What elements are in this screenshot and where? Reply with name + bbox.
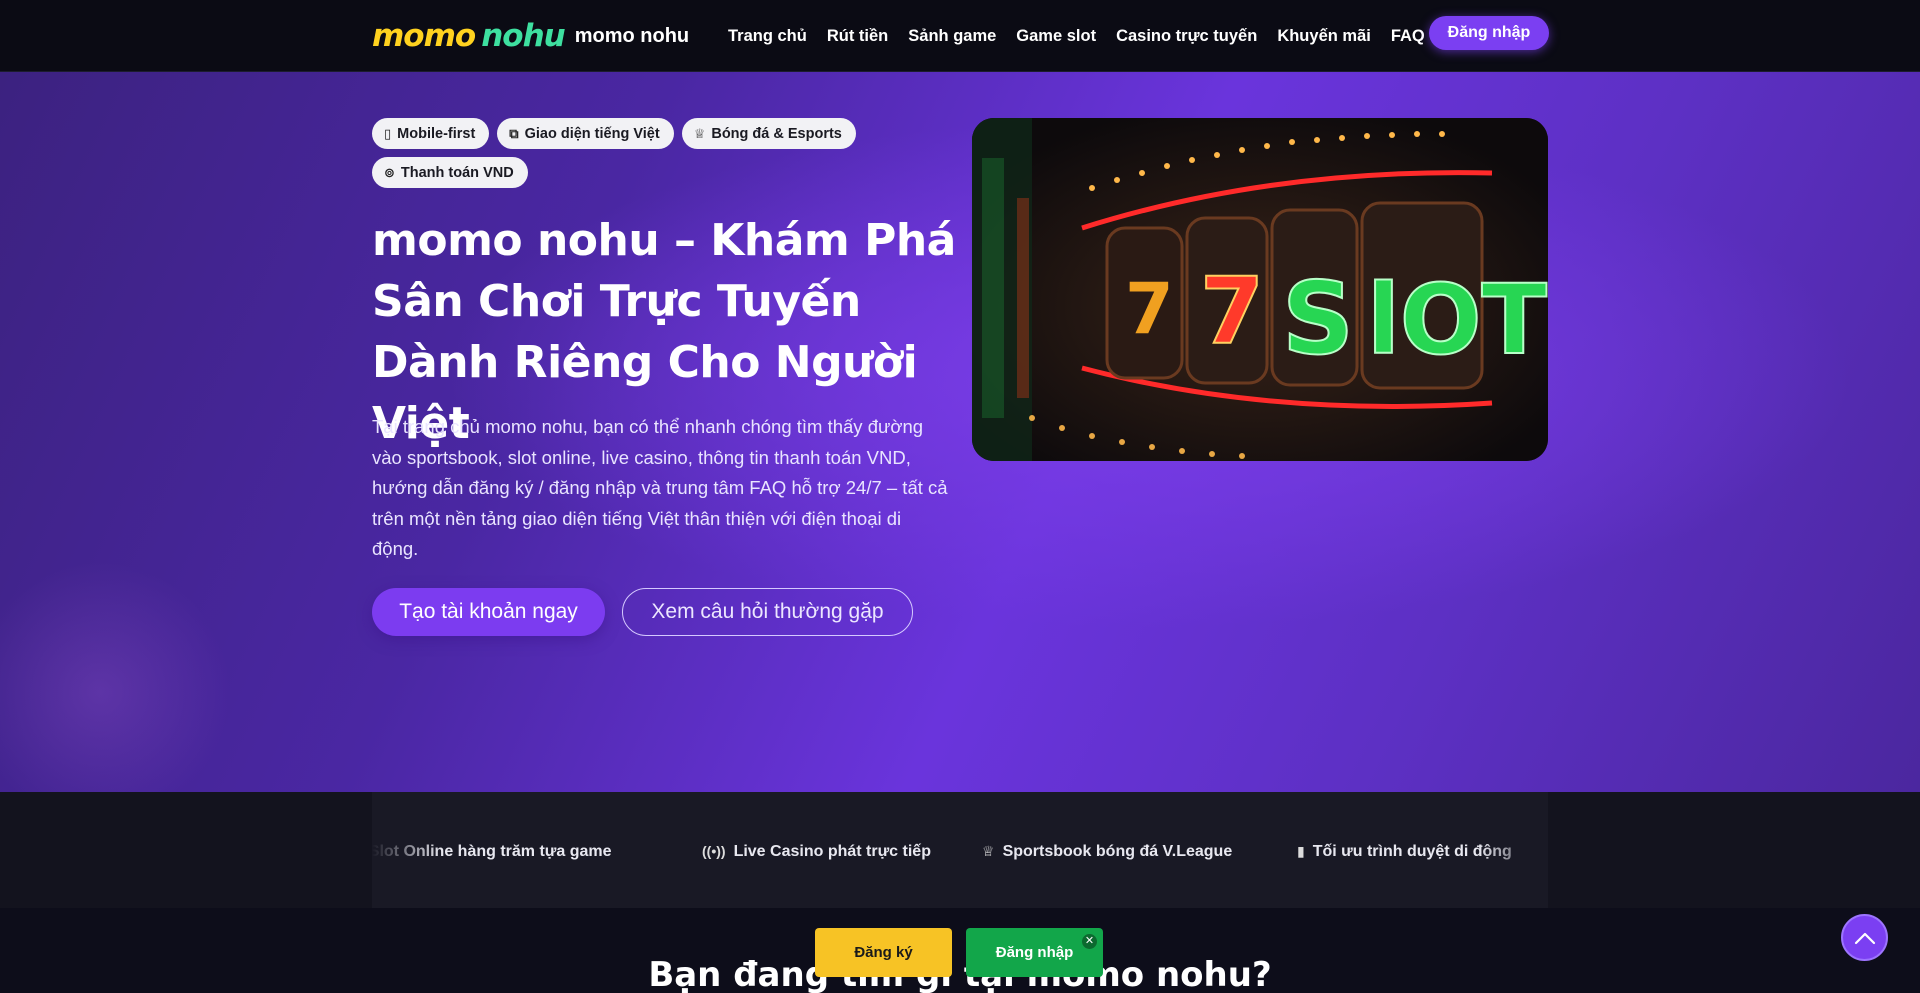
chip-label: Bóng đá & Esports: [711, 125, 842, 142]
chip-mobile-first: ▯ Mobile-first: [372, 118, 490, 149]
feature-ticker: ◆Slot Online hàng trăm tựa game ((•))Liv…: [0, 792, 1920, 908]
nav-faq[interactable]: FAQ: [1391, 24, 1425, 48]
ticker-container: ◆Slot Online hàng trăm tựa game ((•))Liv…: [372, 792, 1548, 908]
site-header: momo nohu momo nohu Trang chủ Rút tiền Sả…: [0, 0, 1920, 72]
ticker-item-sportsbook: ♕ Sportsbook bóng đá V.League: [982, 839, 1232, 863]
sticky-register-button[interactable]: Đăng ký: [815, 928, 952, 977]
nav-promotions[interactable]: Khuyến mãi: [1277, 24, 1371, 48]
slot-machine-image: 7 7 S lOT: [972, 118, 1548, 461]
scroll-to-top-button[interactable]: [1841, 914, 1888, 961]
nav-online-casino[interactable]: Casino trực tuyến: [1116, 24, 1257, 48]
create-account-button[interactable]: Tạo tài khoản ngay: [372, 588, 605, 636]
broadcast-icon: ((•)): [702, 843, 726, 859]
feature-chips: ▯ Mobile-first ⧉ Giao diện tiếng Việt ♕ …: [372, 118, 932, 196]
ticker-track: ◆Slot Online hàng trăm tựa game ((•))Liv…: [372, 839, 1548, 863]
svg-text:7: 7: [1200, 258, 1264, 365]
sticky-cta-bar: Đăng ký Đăng nhập ✕: [815, 928, 1103, 977]
nav-game-lobby[interactable]: Sảnh game: [908, 24, 996, 48]
logo-word-nohu: nohu: [481, 18, 566, 54]
hero-description: Tại trang chủ momo nohu, bạn có thể nhan…: [372, 416, 948, 559]
logo[interactable]: momo nohu momo nohu: [372, 18, 689, 54]
trophy-icon: ♕: [982, 843, 995, 859]
nav-game-slot[interactable]: Game slot: [1016, 24, 1096, 48]
svg-text:lOT: lOT: [1367, 264, 1547, 376]
ticker-item-live-casino: ((•)) Live Casino phát trực tiếp: [702, 839, 931, 863]
chip-vnd-payment: ⊚ Thanh toán VND: [372, 157, 528, 188]
slot-machine-illustration: 7 7 S lOT: [972, 118, 1548, 461]
nav-withdraw[interactable]: Rút tiền: [827, 24, 888, 48]
ticker-label: Live Casino phát trực tiếp: [733, 843, 931, 860]
chip-football-esports: ♕ Bóng đá & Esports: [681, 118, 856, 149]
chip-label: Thanh toán VND: [400, 164, 514, 181]
coins-icon: ⊚: [384, 164, 395, 180]
site-name: momo nohu: [574, 24, 690, 47]
nav-home[interactable]: Trang chủ: [728, 24, 807, 48]
ticker-fade-left: [372, 792, 442, 908]
main-nav: Trang chủ Rút tiền Sảnh game Game slot C…: [728, 24, 1445, 48]
chevron-up-icon: [1854, 932, 1875, 944]
chip-label: Giao diện tiếng Việt: [524, 125, 660, 142]
ticker-label: Sportsbook bóng đá V.League: [1002, 843, 1233, 860]
header-login-button[interactable]: Đăng nhập: [1429, 16, 1549, 50]
mobile-icon: ▯: [384, 125, 392, 141]
chip-label: Mobile-first: [397, 125, 476, 142]
ticker-fade-right: [1478, 792, 1548, 908]
mobile-icon: ▮: [1297, 843, 1305, 859]
svg-text:S: S: [1282, 260, 1354, 377]
view-faq-button[interactable]: Xem câu hỏi thường gặp: [622, 588, 913, 636]
language-icon: ⧉: [509, 125, 519, 141]
logo-word-momo: momo: [372, 18, 476, 54]
close-icon[interactable]: ✕: [1082, 934, 1097, 949]
chip-vietnamese-ui: ⧉ Giao diện tiếng Việt: [497, 118, 674, 149]
svg-text:7: 7: [1125, 268, 1174, 350]
trophy-icon: ♕: [693, 125, 706, 141]
sticky-login-button[interactable]: Đăng nhập ✕: [966, 928, 1103, 977]
logo-image: momo nohu: [372, 18, 566, 54]
sticky-login-label: Đăng nhập: [995, 944, 1074, 961]
